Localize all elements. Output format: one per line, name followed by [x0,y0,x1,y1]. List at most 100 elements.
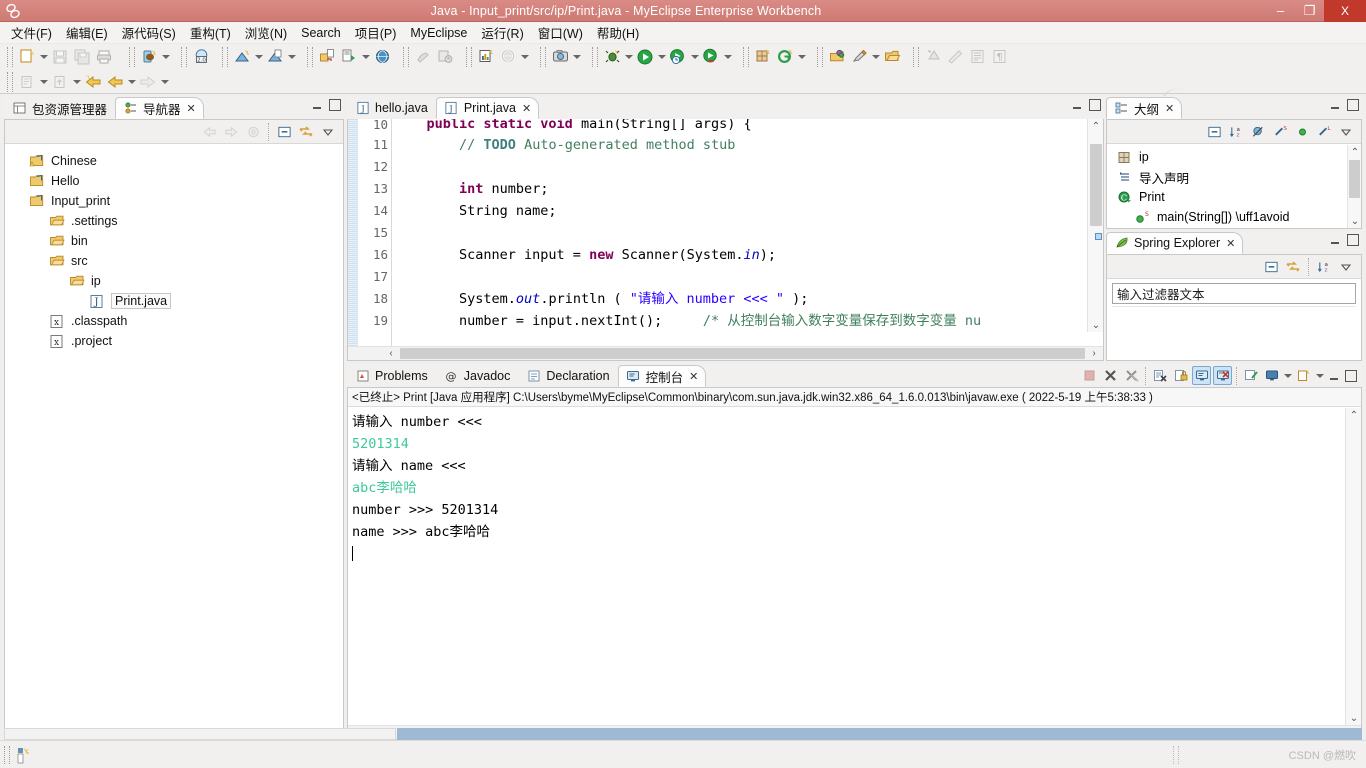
tree-item-classpath[interactable]: x .classpath [5,311,343,331]
tree-item-hello[interactable]: Hello [5,171,343,191]
toolbar-grip-10[interactable] [743,46,749,67]
editor-vertical-scroll-thumb[interactable] [1090,144,1102,226]
console-minimize-icon[interactable] [1328,370,1340,382]
toolbar-grip-8[interactable] [540,46,546,67]
editor-tab-print-java-close-icon[interactable]: ✕ [522,102,531,115]
view-menu-icon[interactable] [1336,257,1356,277]
upload-icon[interactable] [50,72,70,92]
open-type-icon[interactable] [265,47,285,67]
editor-tab-print-java[interactable]: J Print.java ✕ [435,97,540,119]
menu-run[interactable]: 运行(R) [474,21,530,44]
spring-minimize-icon[interactable] [1329,234,1341,246]
toolbar-grip-12[interactable] [913,46,919,67]
outline-tree[interactable]: ip 导入声明 C Print S main(String[]) \uff1av… [1107,145,1347,228]
outline-item-imports[interactable]: 导入声明 [1107,167,1347,187]
open-console-icon[interactable] [1294,366,1313,385]
collapse-all-icon[interactable] [1261,257,1281,277]
menu-myeclipse[interactable]: MyEclipse [403,24,474,42]
remove-all-terminated-icon[interactable] [1122,366,1141,385]
outline-maximize-icon[interactable] [1347,99,1359,111]
db-browser-icon[interactable] [498,47,518,67]
tree-item-bin[interactable]: bin [5,231,343,251]
report-icon[interactable] [476,47,496,67]
hide-nonpublic-icon[interactable] [1292,122,1312,142]
java-ee-2.0-icon[interactable]: 2.0 [191,47,211,67]
back-dropdown-icon[interactable] [126,72,137,92]
open-task-icon[interactable] [827,47,847,67]
new-annotation-dropdown-icon[interactable] [796,47,807,67]
show-console-on-error-icon[interactable] [1213,366,1232,385]
toolbar-grip-7[interactable] [466,46,472,67]
new-package-wizard-icon[interactable] [232,47,252,67]
run-history-dropdown-icon[interactable] [689,47,700,67]
editor-maximize-icon[interactable] [1089,99,1101,111]
snapshot-dropdown-icon[interactable] [571,47,582,67]
tab-javadoc[interactable]: @ Javadoc [436,365,519,387]
hide-local-icon[interactable]: L [1314,122,1334,142]
code-editing-area[interactable]: 10 11 12 13 14 15 16 17 18 19 public sta… [348,119,1103,346]
toolbar-grip-3[interactable] [181,46,187,67]
outline-minimize-icon[interactable] [1329,99,1341,111]
minimize-button[interactable]: – [1266,0,1295,22]
menu-navigate[interactable]: 浏览(N) [238,21,294,44]
console-scroll-up-icon[interactable]: ⌃ [1347,408,1361,422]
outline-scroll-thumb[interactable] [1349,160,1360,198]
back-highlight-icon[interactable] [83,72,103,92]
collapse-all-icon[interactable] [1204,122,1224,142]
toolbar-grip-11[interactable] [817,46,823,67]
snapshot-icon[interactable] [550,47,570,67]
export-icon[interactable] [339,47,359,67]
forward-icon[interactable] [138,72,158,92]
code-text[interactable]: public static void main(String[] args) {… [394,119,1085,346]
run-icon[interactable] [635,47,655,67]
scroll-up-arrow-icon[interactable]: ⌃ [1089,119,1103,133]
add-bookmark-icon[interactable] [17,72,37,92]
display-selected-console-icon[interactable] [1262,366,1281,385]
back-icon[interactable] [199,122,219,142]
forward-icon[interactable] [221,122,241,142]
close-button[interactable]: X [1324,0,1366,22]
sort-icon[interactable]: a z [1314,257,1334,277]
editor-minimize-icon[interactable] [1071,99,1083,111]
workbench-scroll-track-left[interactable] [4,728,396,740]
db-browser-dropdown-icon[interactable] [519,47,530,67]
menu-refactor[interactable]: 重构(T) [183,21,238,44]
hide-fields-icon[interactable] [1248,122,1268,142]
console-scroll-down-icon[interactable]: ⌄ [1347,711,1361,725]
export-dropdown-icon[interactable] [360,47,371,67]
debug-dropdown-icon[interactable] [623,47,634,67]
menu-help[interactable]: 帮助(H) [590,21,646,44]
tab-spring-explorer[interactable]: Spring Explorer ✕ [1106,232,1244,254]
scroll-lock-icon[interactable] [1171,366,1190,385]
debug-icon[interactable] [602,47,622,67]
tree-item-src[interactable]: src [5,251,343,271]
spring-filter-input[interactable]: 输入过滤器文本 [1112,283,1356,304]
outline-vertical-scrollbar[interactable]: ⌃ ⌄ [1347,145,1361,228]
refresh-icon[interactable] [435,47,455,67]
block-select-icon[interactable] [967,47,987,67]
new-package-dropdown-icon[interactable] [253,47,264,67]
run-external-tools-icon[interactable] [701,47,721,67]
overview-ruler-marker[interactable] [1095,233,1102,240]
view-menu-icon[interactable] [318,122,338,142]
add-bookmark-dropdown-icon[interactable] [38,72,49,92]
new-java-project-icon[interactable] [139,47,159,67]
display-selected-console-menu-icon[interactable] [1282,366,1293,386]
toolbar-grip-6[interactable] [403,46,409,67]
build-icon[interactable] [413,47,433,67]
new-wizard-icon[interactable] [17,47,37,67]
tree-item-input-print[interactable]: Input_print [5,191,343,211]
menu-edit[interactable]: 编辑(E) [59,21,115,44]
menu-source[interactable]: 源代码(S) [115,21,183,44]
run-history-icon[interactable] [668,47,688,67]
outline-item-package[interactable]: ip [1107,147,1347,167]
link-with-editor-icon[interactable] [1283,257,1303,277]
save-icon[interactable] [50,47,70,67]
tab-console[interactable]: 控制台 ✕ [617,365,707,387]
back-icon[interactable] [105,72,125,92]
forward-dropdown-icon[interactable] [159,72,170,92]
editor-horizontal-scroll-thumb[interactable] [400,348,1085,359]
import-icon[interactable] [317,47,337,67]
menu-project[interactable]: 项目(P) [348,21,404,44]
workbench-scroll-thumb[interactable] [397,728,1362,740]
